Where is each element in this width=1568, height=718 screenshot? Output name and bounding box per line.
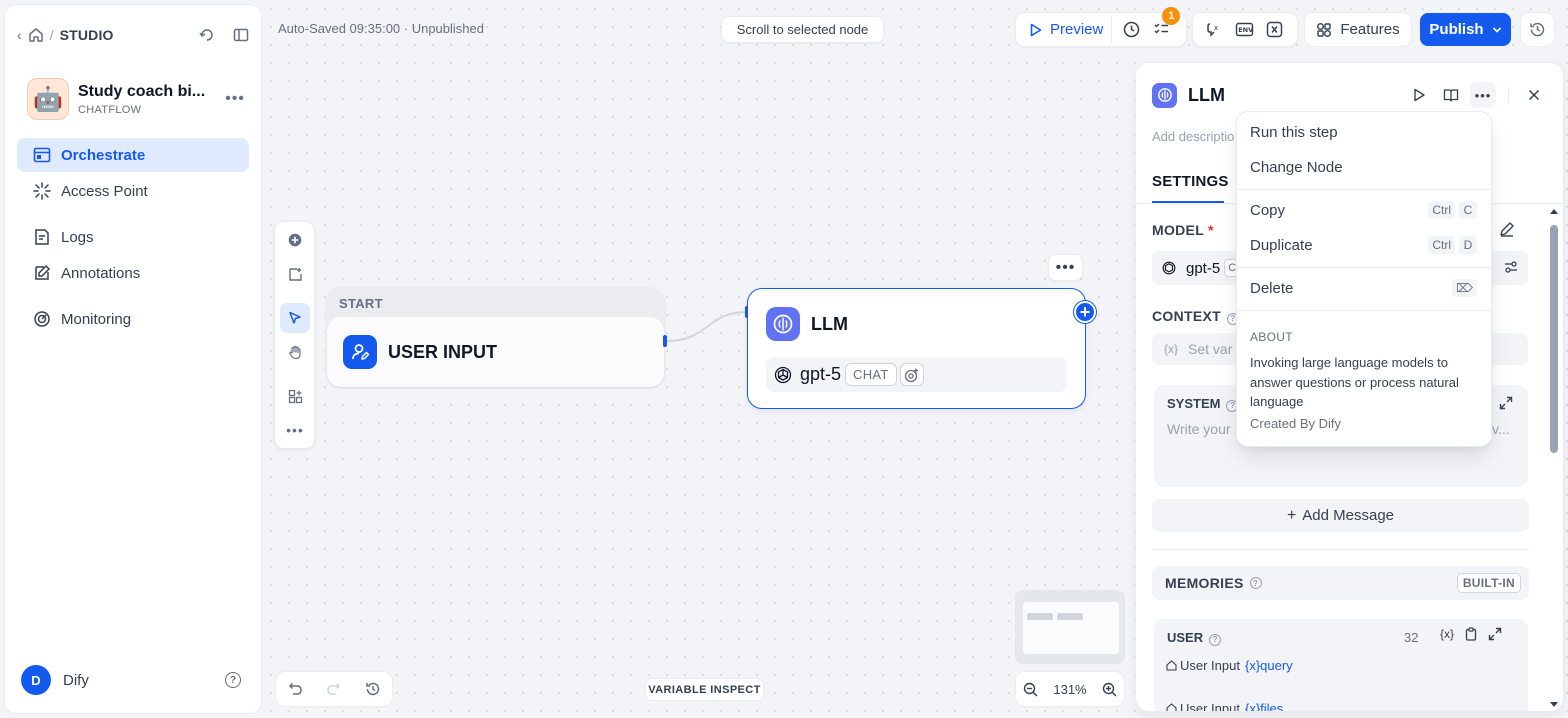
help-icon: ? bbox=[1249, 577, 1262, 589]
llm-node-title: LLM bbox=[811, 313, 848, 334]
home-icon bbox=[1166, 659, 1177, 671]
builtin-badge: BUILT-IN bbox=[1456, 573, 1521, 593]
node-more-button[interactable]: ••• bbox=[1048, 254, 1083, 281]
llm-node-model: gpt-5 CHAT bbox=[766, 357, 1067, 392]
zoom-out-icon[interactable] bbox=[1023, 682, 1038, 697]
scroll-up-arrow[interactable] bbox=[1550, 209, 1558, 214]
context-section-label: CONTEXT? bbox=[1152, 308, 1239, 325]
model-name: gpt-5 bbox=[1186, 259, 1221, 277]
token-count: 32 bbox=[1404, 630, 1419, 645]
model-section-label: MODEL * bbox=[1152, 222, 1214, 238]
help-doc-icon[interactable] bbox=[1438, 82, 1464, 108]
menu-item-run-step[interactable]: Run this step bbox=[1241, 116, 1487, 148]
panel-title[interactable]: LLM bbox=[1188, 85, 1225, 106]
start-node[interactable]: START USER INPUT bbox=[325, 287, 666, 389]
start-node-header: START bbox=[339, 296, 383, 311]
add-message-button[interactable]: + Add Message bbox=[1152, 499, 1529, 532]
llm-brain-icon bbox=[766, 307, 800, 341]
user-input-icon bbox=[343, 335, 377, 369]
llm-node-model-name: gpt-5 bbox=[800, 364, 842, 384]
zoom-in-icon[interactable] bbox=[1102, 682, 1117, 697]
llm-node[interactable]: LLM gpt-5 CHAT bbox=[747, 288, 1086, 409]
close-icon[interactable] bbox=[1521, 82, 1547, 108]
user-prompt-label: USER? bbox=[1167, 630, 1222, 646]
menu-item-duplicate[interactable]: Duplicate Ctrl D bbox=[1241, 229, 1487, 261]
about-text: Invoking large language models to answer… bbox=[1250, 355, 1459, 409]
plus-icon: + bbox=[1286, 506, 1297, 524]
variable-tag: User Input {x}files bbox=[1166, 699, 1283, 711]
change-history-icon[interactable] bbox=[365, 681, 381, 697]
undo-redo-toolbar bbox=[275, 671, 393, 707]
zoom-controls: 131% bbox=[1015, 671, 1125, 707]
minimap[interactable] bbox=[1015, 590, 1125, 664]
system-prompt-label: SYSTEM? bbox=[1167, 396, 1239, 412]
created-by: Created By Dify bbox=[1250, 416, 1342, 431]
redo-icon[interactable] bbox=[326, 681, 342, 697]
system-prompt-placeholder-tail: v... bbox=[1492, 421, 1510, 437]
home-icon bbox=[1166, 702, 1177, 711]
insert-variable-icon[interactable]: {x} bbox=[1440, 627, 1454, 641]
run-step-icon[interactable] bbox=[1406, 82, 1432, 108]
delete-key-icon: ⌦ bbox=[1452, 279, 1477, 297]
memories-row[interactable]: MEMORIES? BUILT-IN bbox=[1152, 566, 1529, 600]
tab-settings[interactable]: SETTINGS bbox=[1152, 173, 1229, 190]
edit-icon[interactable] bbox=[1499, 221, 1515, 237]
menu-item-change-node[interactable]: Change Node bbox=[1241, 151, 1487, 183]
variable-inspect-button[interactable]: VARIABLE INSPECT bbox=[645, 678, 764, 701]
model-params-icon[interactable] bbox=[1504, 260, 1518, 274]
menu-item-copy[interactable]: Copy Ctrl C bbox=[1241, 194, 1487, 226]
scroll-down-arrow[interactable] bbox=[1550, 702, 1558, 707]
node-more-icon[interactable]: ••• bbox=[1470, 82, 1496, 108]
about-label: ABOUT bbox=[1250, 330, 1293, 344]
help-icon: ? bbox=[1209, 633, 1222, 646]
node-context-menu: Run this step Change Node Copy Ctrl C Dup… bbox=[1236, 111, 1492, 447]
vision-feature-icon bbox=[899, 363, 924, 386]
llm-brain-icon bbox=[1152, 82, 1177, 108]
start-output-handle[interactable] bbox=[663, 335, 667, 347]
clipboard-icon[interactable] bbox=[1464, 627, 1478, 641]
menu-item-delete[interactable]: Delete ⌦ bbox=[1241, 272, 1487, 304]
panel-scrollbar[interactable] bbox=[1550, 225, 1558, 453]
expand-icon[interactable] bbox=[1488, 627, 1502, 641]
model-mode-badge: CHAT bbox=[845, 363, 897, 386]
variable-tag: User Input {x}query bbox=[1166, 656, 1293, 674]
add-next-node-button[interactable]: + bbox=[1074, 301, 1096, 323]
openai-icon bbox=[1162, 261, 1176, 275]
variable-icon: {x} bbox=[1164, 342, 1179, 356]
undo-icon[interactable] bbox=[287, 681, 303, 697]
openai-icon bbox=[774, 366, 792, 383]
zoom-level[interactable]: 131% bbox=[1053, 682, 1086, 697]
start-node-title: USER INPUT bbox=[388, 341, 498, 362]
user-prompt-editor[interactable]: USER? 32 {x} User Input {x}query User Inp… bbox=[1154, 619, 1528, 711]
system-prompt-placeholder: Write your bbox=[1167, 421, 1231, 437]
description-input[interactable]: Add descriptio bbox=[1152, 129, 1234, 144]
expand-icon[interactable] bbox=[1499, 396, 1513, 410]
